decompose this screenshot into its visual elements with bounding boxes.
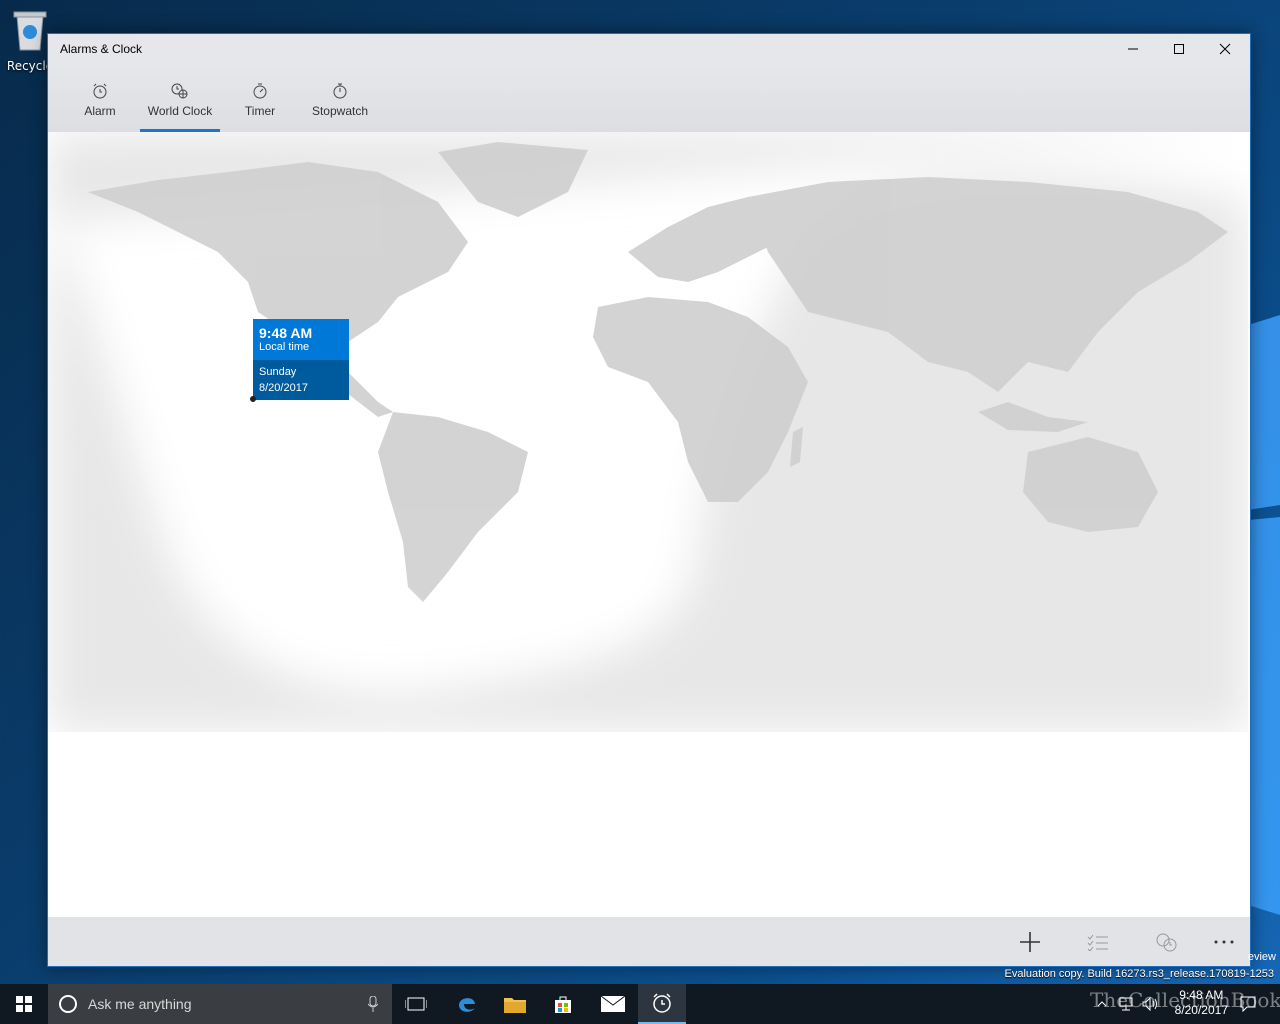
compare-button[interactable]: [1148, 924, 1184, 960]
minimize-icon: [1128, 48, 1138, 50]
taskbar: Ask me anything TheCollectionBook 9:48 A…: [0, 984, 1280, 1024]
taskbar-store[interactable]: [539, 984, 587, 1024]
timer-icon: [253, 83, 267, 99]
windows-start-icon: [16, 996, 32, 1012]
minimize-button[interactable]: [1110, 34, 1156, 64]
greenland: [438, 142, 588, 217]
local-time-callout[interactable]: 9:48 AM Local time Sunday 8/20/2017: [253, 319, 349, 400]
tab-timer-label: Timer: [244, 104, 276, 118]
search-placeholder: Ask me anything: [88, 996, 192, 1012]
command-bar: [48, 917, 1250, 966]
tray-overflow[interactable]: [1090, 984, 1114, 1024]
clock-time: 9:48 AM: [1179, 988, 1224, 1002]
south-america: [378, 412, 528, 602]
world-clock-icon: [171, 83, 188, 99]
tab-alarm-label: Alarm: [84, 104, 116, 118]
watermark-preview: eview: [1247, 951, 1276, 963]
tab-world-clock-label: World Clock: [147, 104, 213, 118]
action-center[interactable]: [1236, 984, 1260, 1024]
windows-logo-wallpaper: [1248, 315, 1280, 915]
world-map[interactable]: 9:48 AM Local time Sunday 8/20/2017: [48, 132, 1248, 732]
volume-icon: [1142, 997, 1157, 1011]
tab-stopwatch-label: Stopwatch: [311, 104, 369, 118]
window-title: Alarms & Clock: [60, 42, 143, 56]
taskbar-file-explorer[interactable]: [491, 984, 539, 1024]
task-view-icon: [405, 997, 427, 1011]
title-bar[interactable]: Alarms & Clock: [48, 34, 1250, 64]
taskbar-clock[interactable]: 9:48 AM 8/20/2017: [1175, 988, 1228, 1018]
more-button[interactable]: [1206, 924, 1242, 960]
cortana-icon: [59, 995, 77, 1013]
tab-timer[interactable]: Timer: [240, 82, 280, 132]
add-button[interactable]: [1012, 924, 1048, 960]
volume-tray[interactable]: [1138, 984, 1162, 1024]
taskbar-alarms-clock[interactable]: [638, 984, 686, 1024]
close-icon: [1219, 43, 1231, 55]
world-map-graphic: [48, 132, 1248, 732]
callout-time: 9:48 AM: [259, 325, 313, 341]
tab-stopwatch[interactable]: Stopwatch: [310, 82, 370, 132]
callout-label: Local time: [259, 341, 310, 353]
folder-icon: [504, 998, 526, 1013]
alarms-clock-icon: [653, 993, 671, 1013]
stopwatch-icon: [333, 83, 347, 99]
tab-world-clock[interactable]: World Clock: [140, 82, 220, 132]
callout-day: Sunday: [259, 366, 297, 378]
alarm-icon: [93, 83, 107, 99]
start-button[interactable]: [0, 984, 48, 1024]
select-button[interactable]: [1080, 924, 1116, 960]
tab-alarm[interactable]: Alarm: [78, 82, 122, 132]
watermark-build: Evaluation copy. Build 16273.rs3_release…: [1004, 968, 1275, 980]
location-pin[interactable]: [250, 396, 256, 402]
mail-icon: [601, 996, 625, 1012]
app-window: Alarms & Clock Alarm World Clock Timer S…: [47, 33, 1251, 967]
taskbar-edge[interactable]: [443, 984, 491, 1024]
store-icon: [555, 996, 571, 1013]
notification-icon: [1240, 996, 1256, 1012]
add-icon: [1020, 932, 1040, 952]
compare-icon: [1156, 933, 1177, 952]
chevron-up-icon: [1097, 1001, 1107, 1007]
more-icon: [1214, 940, 1234, 944]
maximize-icon: [1174, 44, 1184, 54]
maximize-button[interactable]: [1156, 34, 1202, 64]
microphone-icon[interactable]: [368, 996, 378, 1012]
task-view-button[interactable]: [392, 984, 440, 1024]
taskbar-mail[interactable]: [589, 984, 637, 1024]
edge-icon: [459, 998, 475, 1012]
select-icon: [1087, 934, 1108, 951]
callout-date: 8/20/2017: [259, 382, 308, 394]
search-box[interactable]: Ask me anything: [48, 984, 392, 1024]
network-icon: [1119, 997, 1133, 1011]
close-button[interactable]: [1202, 34, 1248, 64]
tab-bar: Alarm World Clock Timer Stopwatch: [48, 64, 1250, 132]
network-tray[interactable]: [1114, 984, 1138, 1024]
recycle-bin-icon: [13, 11, 47, 51]
clock-date: 8/20/2017: [1174, 1003, 1228, 1017]
